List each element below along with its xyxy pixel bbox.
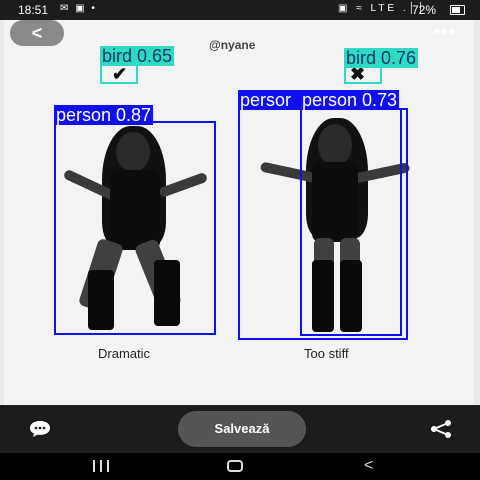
person-box-1 xyxy=(54,121,216,335)
recents-icon[interactable] xyxy=(92,460,110,472)
share-icon[interactable] xyxy=(428,419,454,439)
status-bar: 18:51 ✉ ▣ • ▣ ≈ LTE .││ 72% xyxy=(0,0,480,20)
image-viewer: @nyane ✔ ✖ bird 0.65 bird 0.76 person 0.… xyxy=(0,20,480,405)
pin-image: @nyane ✔ ✖ bird 0.65 bird 0.76 person 0.… xyxy=(4,20,474,405)
action-bar: Salvează xyxy=(0,405,480,453)
detection-label-person-2: persor xyxy=(238,90,300,110)
home-icon[interactable] xyxy=(227,460,243,472)
more-options-button[interactable]: ••• xyxy=(428,21,462,44)
caption-left: Dramatic xyxy=(98,346,151,361)
more-dots-icon: ••• xyxy=(434,21,456,41)
chevron-left-icon: < xyxy=(31,23,43,43)
image-watermark: @nyane xyxy=(209,38,256,52)
save-button[interactable]: Salvează xyxy=(178,411,306,447)
detection-label-person-3: person 0.73 xyxy=(300,90,400,110)
detection-label-person-1: person 0.87 xyxy=(54,105,154,125)
person-box-3 xyxy=(300,108,402,336)
battery-icon xyxy=(450,5,465,15)
system-nav-bar: < xyxy=(0,453,480,480)
status-time: 18:51 xyxy=(18,3,49,17)
battery-percent: 72% xyxy=(412,3,437,17)
back-nav-icon[interactable]: < xyxy=(364,457,373,475)
comment-icon[interactable] xyxy=(28,419,52,439)
notification-icons: ✉ ▣ • xyxy=(60,3,97,14)
caption-right: Too stiff xyxy=(304,346,349,361)
detection-label-bird-2: bird 0.76 xyxy=(344,48,419,68)
detection-label-bird-1: bird 0.65 xyxy=(100,46,175,66)
back-button[interactable]: < xyxy=(10,20,64,46)
